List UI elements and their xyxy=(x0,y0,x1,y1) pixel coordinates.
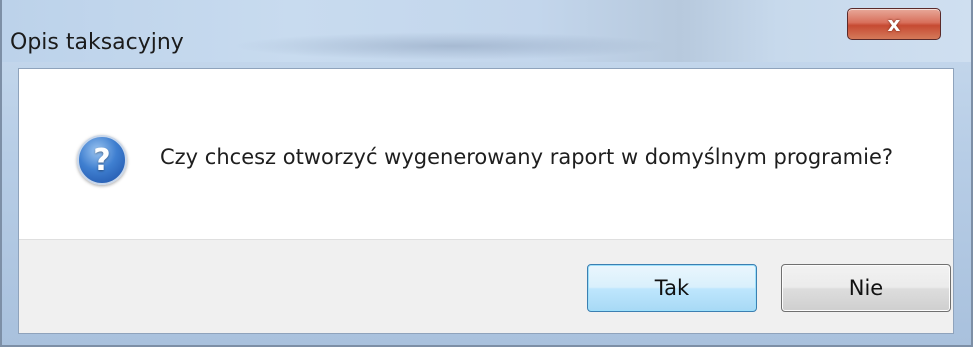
dialog-window: Opis taksacyjny x ? Czy chcesz otworzyć … xyxy=(0,0,973,347)
question-icon: ? xyxy=(77,135,127,185)
button-bar: Tak Nie xyxy=(19,239,953,333)
close-icon: x xyxy=(887,12,901,36)
yes-button[interactable]: Tak xyxy=(587,264,757,312)
dialog-client-area: ? Czy chcesz otworzyć wygenerowany rapor… xyxy=(18,68,954,334)
dialog-message: Czy chcesz otworzyć wygenerowany raport … xyxy=(160,145,894,169)
message-area: ? Czy chcesz otworzyć wygenerowany rapor… xyxy=(19,69,953,239)
no-button[interactable]: Nie xyxy=(781,264,951,312)
question-mark-glyph: ? xyxy=(93,142,111,178)
title-bar[interactable]: Opis taksacyjny x xyxy=(2,0,971,62)
window-title: Opis taksacyjny xyxy=(10,30,184,55)
close-button[interactable]: x xyxy=(847,8,941,40)
